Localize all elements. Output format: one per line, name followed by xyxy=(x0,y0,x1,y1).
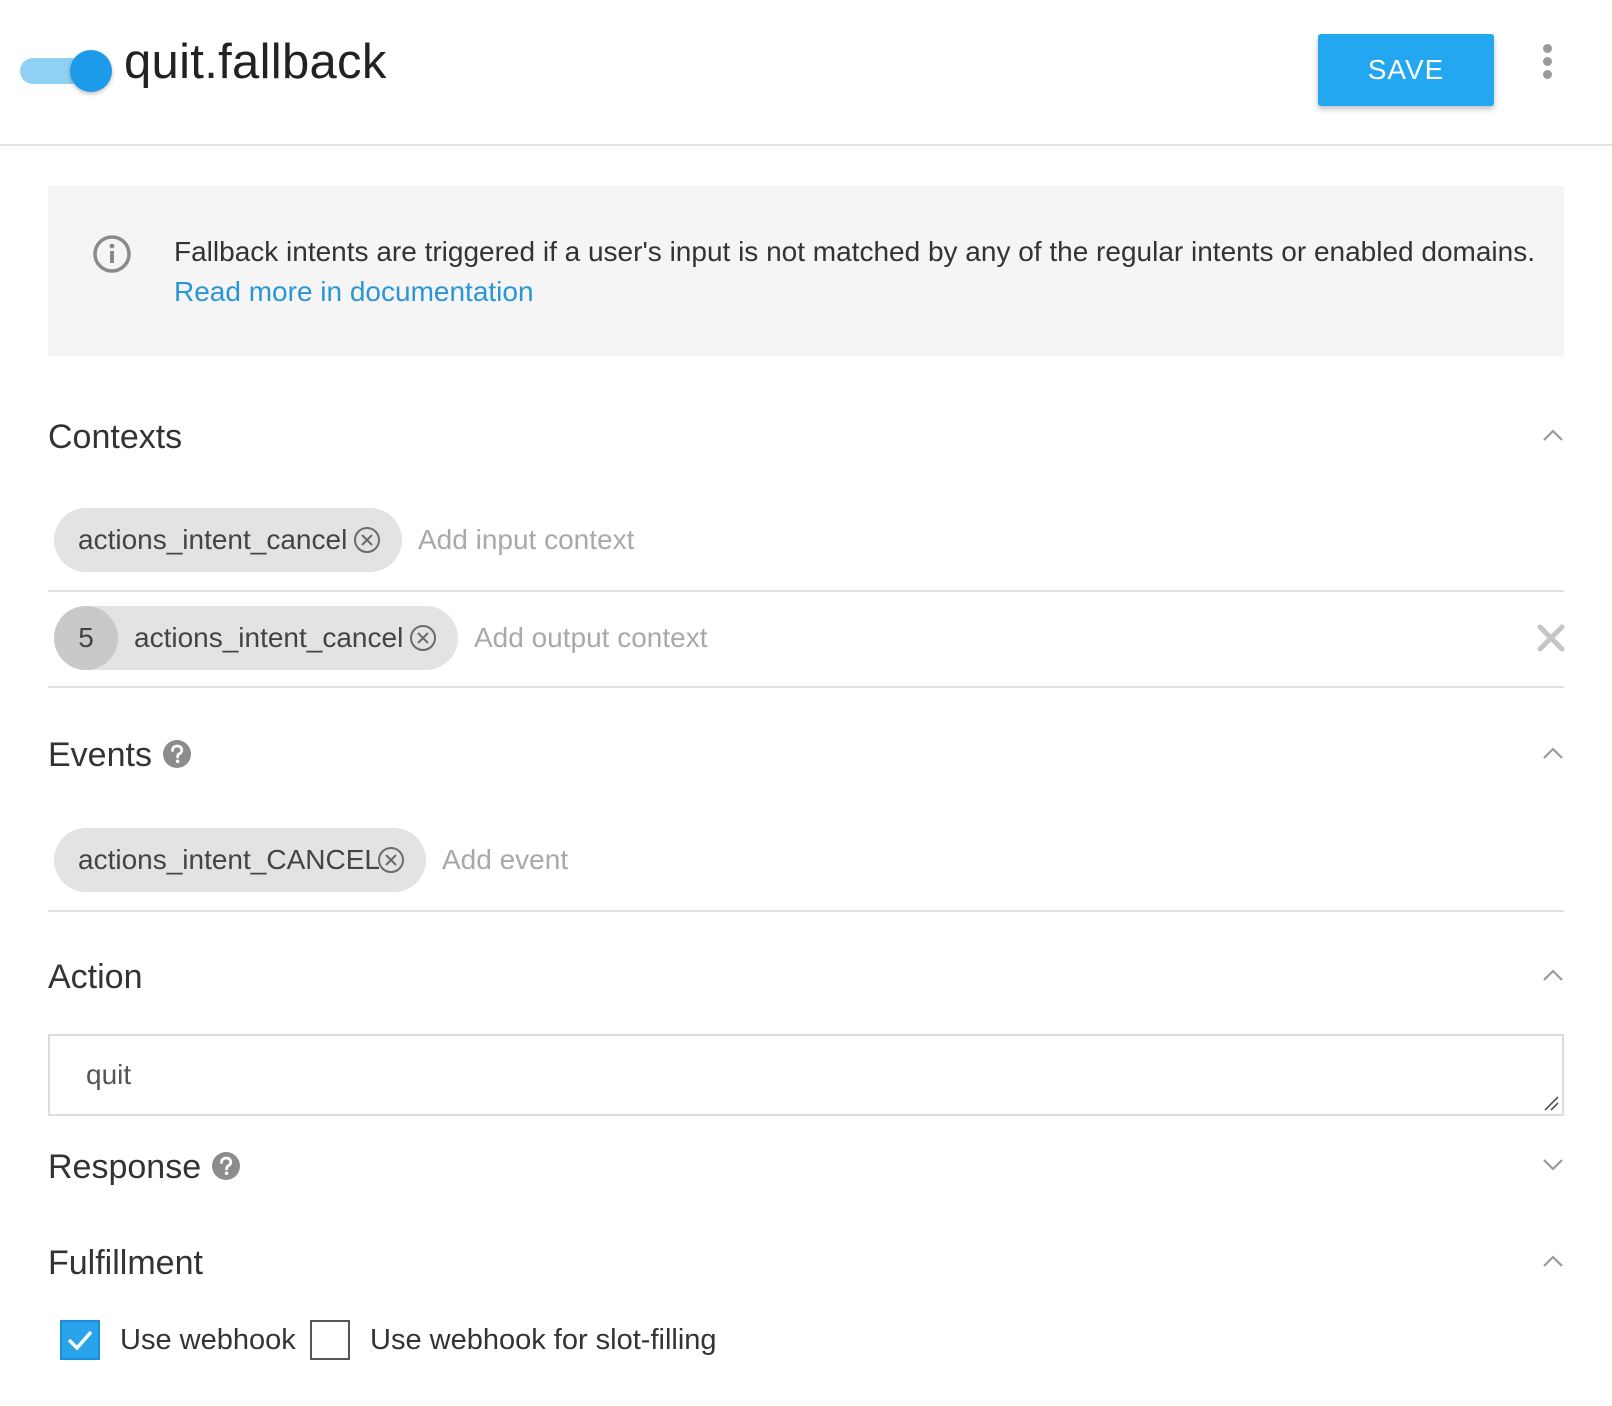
info-text: Fallback intents are triggered if a user… xyxy=(174,236,1535,267)
output-context-row: 5 actions_intent_cancel xyxy=(48,592,1566,688)
response-section-title[interactable]: Response xyxy=(48,1148,241,1187)
save-button[interactable]: SAVE xyxy=(1318,34,1494,106)
event-chip[interactable]: actions_intent_CANCEL xyxy=(54,828,426,892)
input-context-row: actions_intent_cancel xyxy=(48,492,1564,592)
contexts-section-title[interactable]: Contexts xyxy=(48,418,182,457)
events-title-text: Events xyxy=(48,736,152,774)
chevron-up-icon[interactable] xyxy=(1540,740,1566,766)
resize-handle-icon[interactable] xyxy=(1542,1094,1560,1112)
documentation-link[interactable]: Read more in documentation xyxy=(174,272,534,312)
chevron-down-icon[interactable] xyxy=(1540,1152,1566,1178)
chevron-up-icon[interactable] xyxy=(1540,1248,1566,1274)
close-circle-icon[interactable] xyxy=(408,623,438,653)
events-row: actions_intent_CANCEL xyxy=(48,812,1564,912)
fulfillment-section-title[interactable]: Fulfillment xyxy=(48,1244,203,1283)
action-field xyxy=(48,1034,1564,1116)
chevron-up-icon[interactable] xyxy=(1540,422,1566,448)
question-circle-icon[interactable] xyxy=(162,739,192,769)
checkmark-icon xyxy=(67,1330,93,1351)
add-event-field[interactable] xyxy=(442,835,1242,885)
events-section-title[interactable]: Events xyxy=(48,736,192,775)
use-webhook-slot-filling-label[interactable]: Use webhook for slot-filling xyxy=(370,1324,717,1357)
output-context-chip[interactable]: 5 actions_intent_cancel xyxy=(54,606,458,670)
close-circle-icon[interactable] xyxy=(352,525,382,555)
intent-name-title[interactable]: quit.fallback xyxy=(124,34,387,90)
question-circle-icon[interactable] xyxy=(211,1151,241,1181)
chip-label: actions_intent_cancel xyxy=(78,524,348,555)
action-input[interactable] xyxy=(86,1052,1486,1098)
response-title-text: Response xyxy=(48,1148,202,1186)
chevron-up-icon[interactable] xyxy=(1540,962,1566,988)
context-lifespan[interactable]: 5 xyxy=(54,606,118,670)
use-webhook-checkbox[interactable] xyxy=(60,1320,100,1360)
close-circle-icon[interactable] xyxy=(376,845,406,875)
use-webhook-label[interactable]: Use webhook xyxy=(120,1324,296,1357)
use-webhook-slot-filling-checkbox[interactable] xyxy=(310,1320,350,1360)
fallback-info-banner: Fallback intents are triggered if a user… xyxy=(48,186,1564,356)
add-output-context-field[interactable] xyxy=(474,613,1274,663)
add-input-context-field[interactable] xyxy=(418,515,1218,565)
more-vert-icon[interactable] xyxy=(1532,44,1562,83)
info-circle-icon xyxy=(93,235,131,273)
toggle-knob xyxy=(70,50,112,92)
input-context-chip[interactable]: actions_intent_cancel xyxy=(54,508,402,572)
chip-label: actions_intent_CANCEL xyxy=(78,844,380,875)
intent-enabled-toggle[interactable] xyxy=(20,48,112,92)
chip-label: actions_intent_cancel xyxy=(134,622,404,653)
action-section-title[interactable]: Action xyxy=(48,958,143,997)
intent-header: quit.fallback SAVE xyxy=(0,0,1612,146)
close-x-icon[interactable] xyxy=(1536,623,1566,653)
